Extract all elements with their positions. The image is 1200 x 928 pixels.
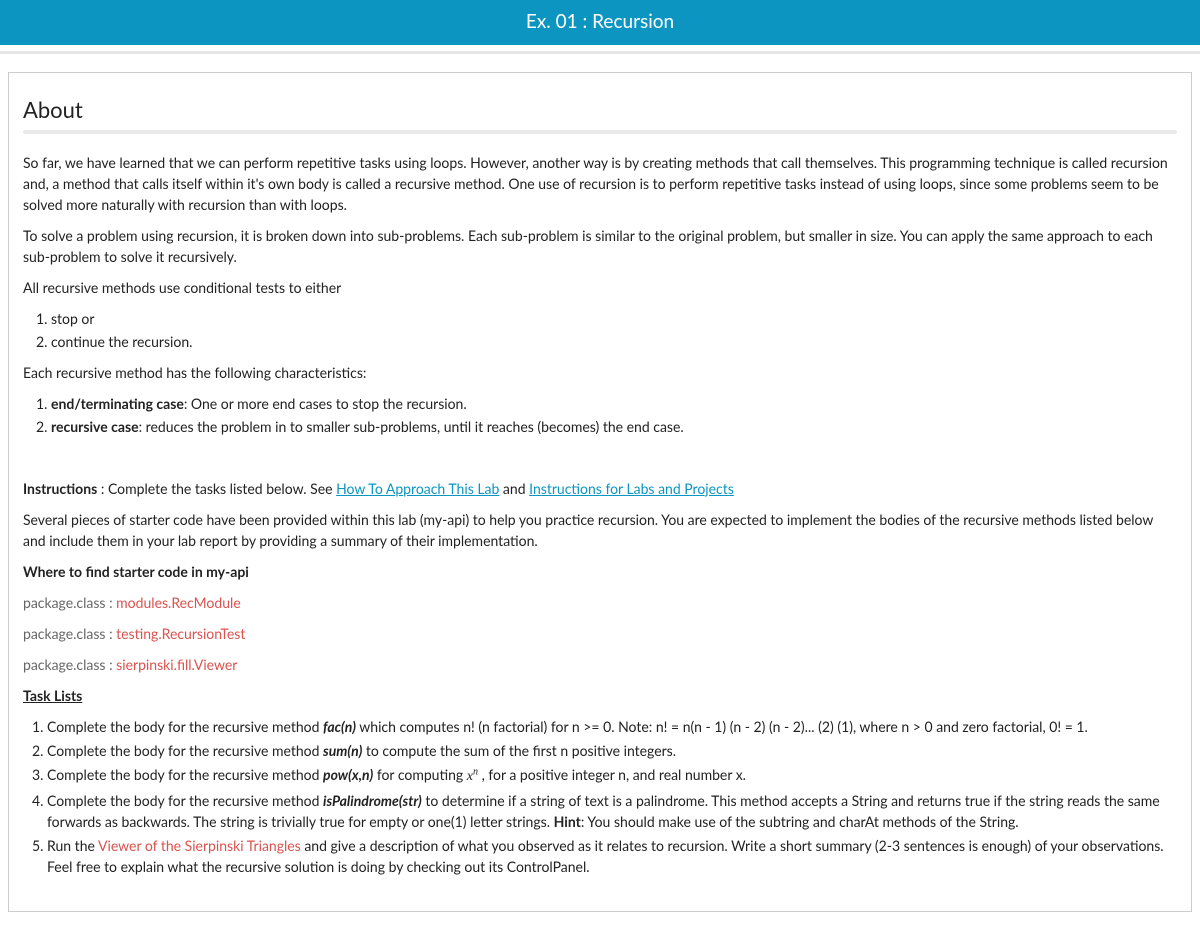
package-class: sierpinski.fill.Viewer <box>116 656 237 673</box>
task-item-4: Complete the body for the recursive meth… <box>47 790 1177 832</box>
package-line-3: package.class : sierpinski.fill.Viewer <box>23 654 1177 675</box>
char-desc: : reduces the problem in to smaller sub-… <box>139 418 684 435</box>
package-class: testing.RecursionTest <box>116 625 245 642</box>
page-header: Ex. 01 : Recursion <box>0 0 1200 45</box>
instructions-mid: and <box>499 480 529 497</box>
header-divider <box>0 51 1200 54</box>
task-lists-heading: Task Lists <box>23 685 1177 706</box>
task-item-5: Run the Viewer of the Sierpinski Triangl… <box>47 835 1177 877</box>
method-name: isPalindrome(str) <box>323 792 422 809</box>
sierpinski-viewer-ref: Viewer of the Sierpinski Triangles <box>98 837 301 854</box>
how-to-approach-link[interactable]: How To Approach This Lab <box>336 480 499 497</box>
page-title: Ex. 01 : Recursion <box>526 10 674 33</box>
package-line-2: package.class : testing.RecursionTest <box>23 623 1177 644</box>
list-item: recursive case: reduces the problem in t… <box>51 416 1177 437</box>
about-p2: To solve a problem using recursion, it i… <box>23 225 1177 267</box>
starter-code-p: Several pieces of starter code have been… <box>23 509 1177 551</box>
package-class: modules.RecModule <box>116 594 241 611</box>
method-name: fac(n) <box>323 718 356 735</box>
char-term: end/terminating case <box>51 395 184 412</box>
char-desc: : One or more end cases to stop the recu… <box>184 395 467 412</box>
method-name: pow(x,n) <box>323 766 373 783</box>
package-line-1: package.class : modules.RecModule <box>23 592 1177 613</box>
hint-label: Hint <box>554 813 581 830</box>
list-item: end/terminating case: One or more end ca… <box>51 393 1177 414</box>
conditional-list: stop or continue the recursion. <box>23 308 1177 352</box>
about-rule <box>23 130 1177 134</box>
package-label: package.class : <box>23 594 116 611</box>
about-heading: About <box>23 93 1177 126</box>
method-name: sum(n) <box>323 742 362 759</box>
instructions-label: Instructions <box>23 480 97 497</box>
task-item-1: Complete the body for the recursive meth… <box>47 716 1177 737</box>
package-label: package.class : <box>23 625 116 642</box>
package-label: package.class : <box>23 656 116 673</box>
characteristics-list: end/terminating case: One or more end ca… <box>23 393 1177 437</box>
list-item: stop or <box>51 308 1177 329</box>
list-item: continue the recursion. <box>51 331 1177 352</box>
about-p1: So far, we have learned that we can perf… <box>23 152 1177 215</box>
lab-instructions-link[interactable]: Instructions for Labs and Projects <box>529 480 734 497</box>
about-p4: Each recursive method has the following … <box>23 362 1177 383</box>
char-term: recursive case <box>51 418 139 435</box>
instructions-prefix: : Complete the tasks listed below. See <box>97 480 336 497</box>
about-p3: All recursive methods use conditional te… <box>23 277 1177 298</box>
task-item-3: Complete the body for the recursive meth… <box>47 764 1177 787</box>
task-item-2: Complete the body for the recursive meth… <box>47 740 1177 761</box>
instructions-line: Instructions : Complete the tasks listed… <box>23 478 1177 499</box>
content-card: About So far, we have learned that we ca… <box>8 72 1192 912</box>
task-list: Complete the body for the recursive meth… <box>23 716 1177 877</box>
where-heading: Where to find starter code in my-api <box>23 561 1177 582</box>
